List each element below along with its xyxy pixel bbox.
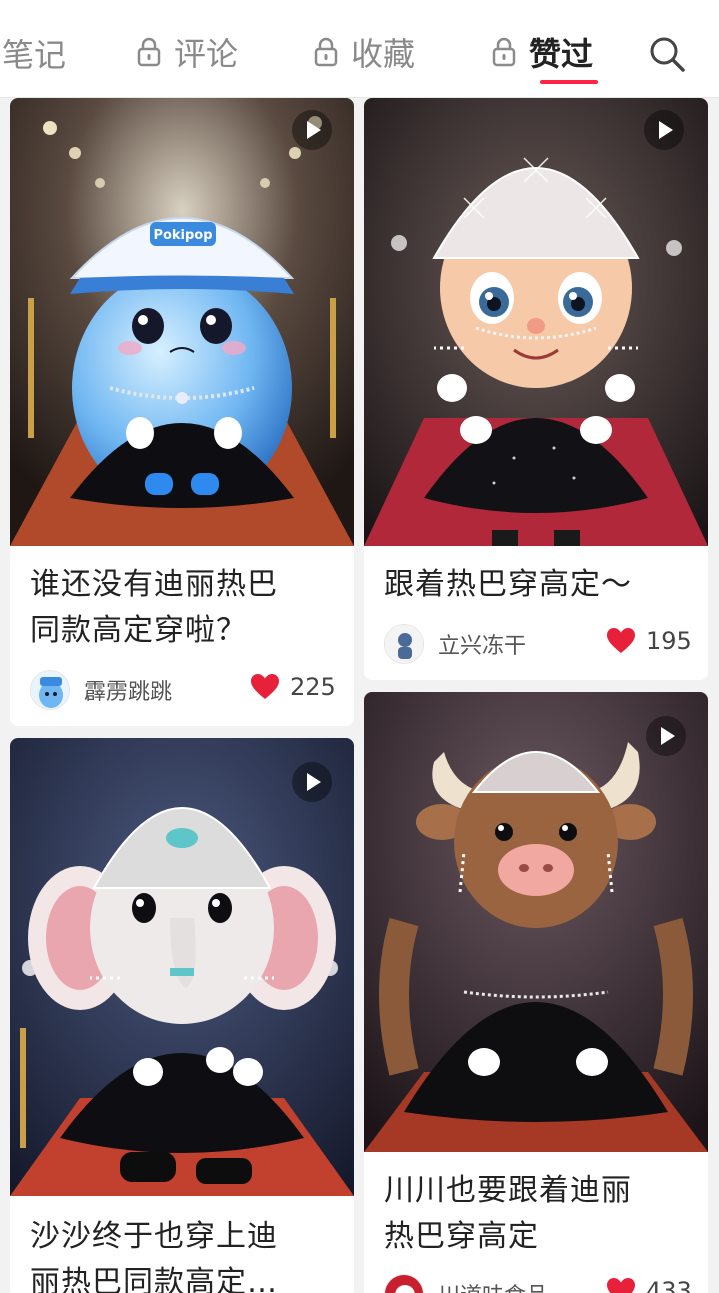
avatar xyxy=(30,670,70,710)
note-title[interactable]: 川川也要跟着迪丽 热巴穿高定 xyxy=(384,1168,694,1260)
like-button[interactable]: 433 xyxy=(606,1277,692,1293)
tab-liked-label: 赞过 xyxy=(529,35,594,73)
cap-badge-text: Pokipop xyxy=(153,228,212,243)
note-author[interactable]: 立兴冻干 xyxy=(384,624,526,664)
author-name: 霹雳跳跳 xyxy=(84,680,173,705)
search-button[interactable] xyxy=(648,35,686,73)
tab-comments-label: 评论 xyxy=(174,35,239,73)
active-tab-indicator xyxy=(540,80,598,84)
play-icon xyxy=(644,110,684,150)
tab-liked[interactable]: 赞过 xyxy=(491,30,593,74)
play-icon xyxy=(292,762,332,802)
avatar xyxy=(384,624,424,664)
note-title[interactable]: 跟着热巴穿高定～ xyxy=(384,562,694,608)
like-count: 195 xyxy=(646,627,692,655)
avatar xyxy=(384,1274,424,1293)
tab-favorites[interactable]: 收藏 xyxy=(313,30,415,74)
author-name: 立兴冻干 xyxy=(438,634,527,659)
heart-icon xyxy=(607,1278,635,1293)
tab-notes[interactable]: 笔记 xyxy=(0,30,66,74)
play-icon xyxy=(646,716,686,756)
tab-favorites-label: 收藏 xyxy=(351,35,416,73)
note-card[interactable]: 川川也要跟着迪丽 热巴穿高定 川道味食品 433 xyxy=(364,692,708,1293)
note-cover-image[interactable] xyxy=(364,98,708,546)
note-card[interactable]: 沙沙终于也穿上迪 丽热巴同款高定… xyxy=(10,738,354,1293)
tab-comments[interactable]: 评论 xyxy=(136,30,238,74)
note-title[interactable]: 谁还没有迪丽热巴 同款高定穿啦？ xyxy=(30,562,340,654)
note-card[interactable]: 跟着热巴穿高定～ 立兴冻干 195 xyxy=(364,98,708,680)
author-name: 川道味食品 xyxy=(438,1278,548,1293)
note-author[interactable]: 川道味食品 xyxy=(384,1274,548,1293)
like-count: 225 xyxy=(290,673,336,701)
lock-icon xyxy=(491,37,517,67)
note-cover-image[interactable]: Pokipop xyxy=(10,98,354,546)
search-icon xyxy=(650,37,685,72)
heart-icon xyxy=(251,674,279,699)
like-button[interactable]: 195 xyxy=(606,627,692,655)
note-cover-image[interactable] xyxy=(364,692,708,1152)
heart-icon xyxy=(607,628,635,653)
top-tab-bar: 笔记 评论 收藏 赞过 xyxy=(0,0,719,98)
note-title[interactable]: 沙沙终于也穿上迪 丽热巴同款高定… xyxy=(30,1214,340,1293)
note-card[interactable]: Pokipop 谁还没有迪丽热巴 同款高定穿啦？ 霹雳跳跳 225 xyxy=(10,98,354,726)
play-icon xyxy=(292,110,332,150)
note-author[interactable]: 霹雳跳跳 xyxy=(30,670,172,710)
lock-icon xyxy=(136,37,162,67)
tab-notes-label: 笔记 xyxy=(1,36,66,74)
like-button[interactable]: 225 xyxy=(250,673,336,701)
like-count: 433 xyxy=(646,1277,692,1293)
lock-icon xyxy=(313,37,339,67)
note-cover-image[interactable] xyxy=(10,738,354,1196)
